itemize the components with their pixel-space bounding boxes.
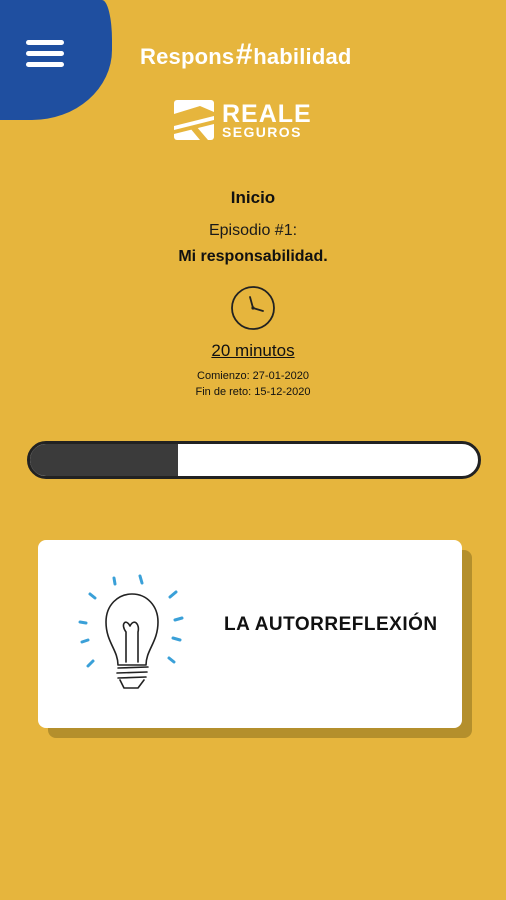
duration-link[interactable]: 20 minutos [0, 341, 506, 361]
brand-subname: SEGUROS [222, 124, 302, 140]
duration-text: 20 minutos [211, 341, 295, 360]
section-label: Inicio [230, 188, 276, 207]
card-title: LA AUTORREFLEXIÓN [224, 614, 438, 635]
autoreflexion-card[interactable]: LA AUTORREFLEXIÓN [38, 540, 462, 728]
lightbulb-icon [78, 574, 184, 689]
app-title-right: habilidad [253, 44, 352, 69]
clock-icon [230, 285, 276, 331]
progress-bar [27, 441, 481, 479]
end-date: Fin de reto: 15-12-2020 [195, 386, 311, 398]
app-title: Respons#habilidad [140, 38, 352, 72]
hamburger-menu-icon[interactable] [26, 40, 64, 68]
menu-panel [0, 0, 112, 120]
start-date: Comienzo: 27-01-2020 [197, 370, 309, 382]
episode-name: Mi responsabilidad. [178, 248, 328, 265]
reale-logo-icon [174, 100, 214, 140]
app-title-left: Respons [140, 44, 235, 69]
episode-number: Episodio #1: [208, 222, 298, 239]
app-title-hash: # [235, 38, 253, 71]
reale-seguros-logo: REALE SEGUROS [174, 100, 339, 142]
progress-fill [30, 444, 178, 476]
